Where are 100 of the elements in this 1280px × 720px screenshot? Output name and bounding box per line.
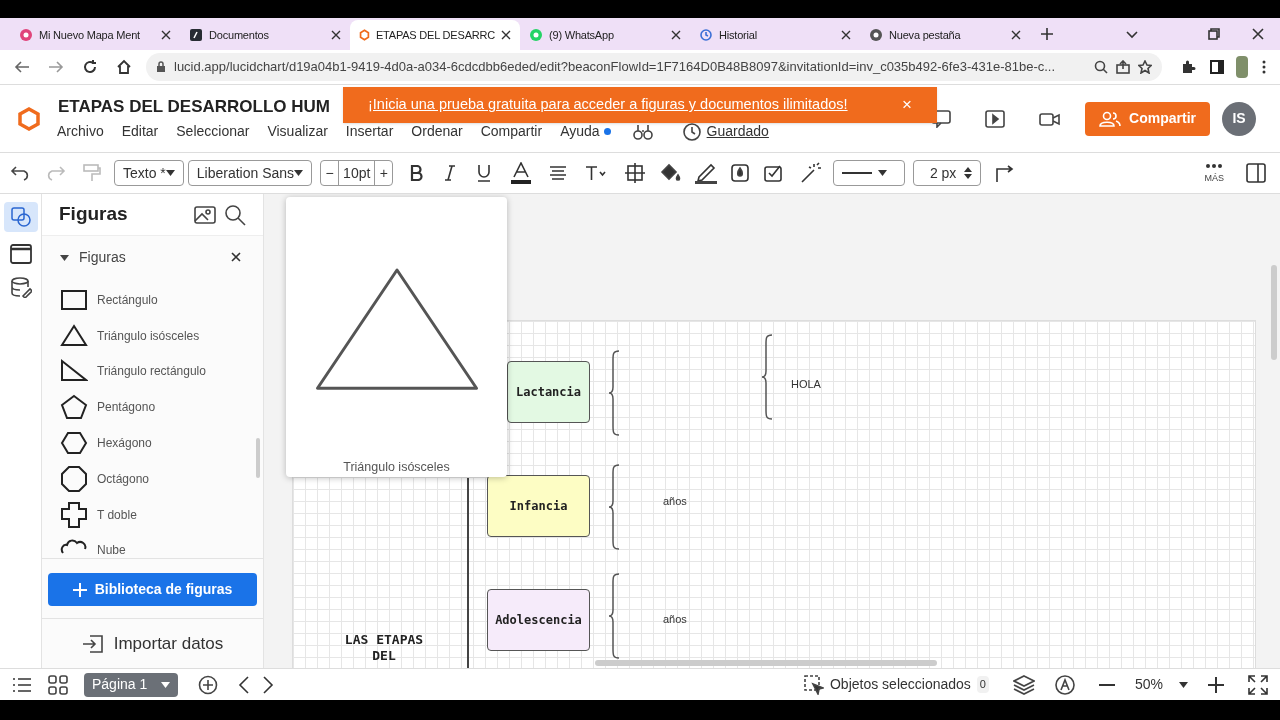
shape-item[interactable]: Nube — [60, 532, 263, 558]
browser-tab[interactable]: Documentos — [180, 20, 350, 50]
fill-color-icon[interactable] — [659, 163, 682, 183]
reload-icon[interactable] — [82, 59, 98, 75]
font-size-field[interactable]: − 10pt + — [320, 160, 394, 186]
decrease-button[interactable]: − — [321, 161, 340, 185]
user-avatar[interactable]: IS — [1222, 101, 1256, 136]
more-button[interactable]: MÁS — [1204, 163, 1224, 183]
browser-tab[interactable]: ETAPAS DEL DESARRC — [350, 20, 520, 50]
selection-icon[interactable] — [803, 674, 824, 695]
shape-item[interactable]: Rectángulo — [60, 282, 263, 318]
previous-icon[interactable] — [238, 675, 251, 694]
brace-shape[interactable] — [608, 464, 620, 550]
chevron-down-icon[interactable] — [1126, 28, 1138, 40]
menu-item[interactable]: Editar — [121, 121, 159, 142]
address-bar[interactable]: lucid.app/lucidchart/d19a04b1-9419-4d0a-a034-6cdcdbb6eded/edit?beaconFlowId=1F7164D0B48B8097&invitationId=inv_c035b492-6fe3-431e-81be-c... — [146, 53, 1162, 81]
underline-icon[interactable] — [477, 164, 492, 182]
binoculars-icon[interactable] — [632, 122, 653, 141]
line-style-dropdown[interactable] — [833, 160, 906, 186]
import-data-button[interactable]: Importar datos — [113, 630, 224, 657]
zoom-dropdown[interactable]: 50% — [1134, 674, 1188, 695]
shape-item[interactable]: T doble — [60, 496, 263, 533]
panel-icon[interactable] — [1246, 163, 1266, 183]
stage-box[interactable]: Lactancia — [507, 361, 590, 423]
browser-tab[interactable]: (9) WhatsApp — [520, 20, 690, 50]
section-title[interactable]: Figuras — [79, 246, 231, 268]
line-width-field[interactable]: 2 px — [913, 160, 982, 186]
increase-button[interactable]: + — [374, 161, 393, 185]
zoom-icon[interactable] — [1094, 60, 1108, 74]
brace-shape[interactable] — [608, 573, 620, 659]
bold-icon[interactable] — [409, 165, 424, 181]
close-icon[interactable] — [1252, 28, 1264, 40]
page-tab[interactable]: Página 1 — [84, 672, 179, 697]
search-icon[interactable] — [224, 203, 246, 226]
scrollbar[interactable] — [256, 438, 260, 478]
opacity-icon[interactable] — [731, 164, 750, 182]
vertical-scrollbar[interactable] — [1271, 265, 1277, 360]
forward-icon[interactable] — [48, 59, 64, 75]
note-text[interactable]: años — [663, 493, 687, 510]
close-icon[interactable] — [1011, 30, 1021, 40]
close-icon[interactable] — [841, 30, 851, 40]
shape-item[interactable]: Triángulo rectángulo — [60, 353, 263, 390]
shape-item[interactable]: Triángulo isósceles — [60, 317, 263, 354]
stage-box[interactable]: Infancia — [487, 475, 590, 537]
close-icon[interactable] — [501, 30, 511, 40]
browser-tab[interactable]: Mi Nuevo Mapa Ment — [10, 20, 180, 50]
browser-tab[interactable]: Historial — [690, 20, 860, 50]
shape-item[interactable]: Octágono — [60, 461, 263, 497]
home-icon[interactable] — [116, 59, 132, 75]
italic-icon[interactable] — [443, 165, 458, 181]
close-icon[interactable] — [331, 30, 341, 40]
shape-item[interactable]: Hexágono — [60, 425, 263, 461]
window-icon[interactable] — [9, 244, 32, 264]
new-tab-icon[interactable] — [1040, 27, 1054, 41]
layers-icon[interactable] — [1012, 674, 1035, 695]
font-dropdown[interactable]: Liberation Sans — [187, 160, 313, 186]
saved-status[interactable]: Guardado — [706, 121, 769, 142]
menu-item[interactable]: Seleccionar — [176, 121, 250, 142]
connector-icon[interactable] — [995, 163, 1016, 183]
back-icon[interactable] — [14, 59, 30, 75]
profile-avatar[interactable] — [1236, 56, 1248, 78]
menu-item[interactable]: Insertar — [345, 121, 394, 142]
puzzle-icon[interactable] — [1180, 59, 1196, 75]
browser-tab[interactable]: Nueva pestaña — [860, 20, 1030, 50]
grid-select-icon[interactable] — [625, 163, 646, 183]
align-icon[interactable] — [549, 165, 568, 181]
video-icon[interactable] — [1039, 110, 1062, 127]
close-icon[interactable] — [671, 30, 681, 40]
line-color-icon[interactable] — [695, 162, 718, 184]
restore-icon[interactable] — [1208, 28, 1220, 40]
horizontal-scrollbar[interactable] — [595, 660, 937, 666]
expand-caret-icon[interactable] — [60, 252, 69, 262]
star-icon[interactable] — [1138, 60, 1152, 74]
stage-box[interactable]: Adolescencia — [487, 589, 590, 651]
sidebar-icon[interactable] — [1210, 60, 1224, 74]
menu-item[interactable]: Ordenar — [411, 121, 463, 142]
text-color-icon[interactable] — [511, 162, 532, 184]
add-page-icon[interactable] — [198, 674, 219, 695]
menu-icon[interactable] — [1262, 59, 1266, 75]
zoom-out-icon[interactable] — [1098, 682, 1115, 687]
menu-item[interactable]: Ayuda — [560, 121, 600, 142]
menu-item[interactable]: Visualizar — [267, 121, 328, 142]
accessibility-icon[interactable] — [1054, 674, 1075, 695]
diagram-title[interactable]: LAS ETAPAS DEL — [334, 632, 434, 664]
list-icon[interactable] — [12, 675, 32, 694]
database-icon[interactable] — [9, 276, 32, 298]
shape-item[interactable]: Pentágono — [60, 389, 263, 426]
menu-item[interactable]: Compartir — [480, 121, 543, 142]
logo-icon[interactable] — [18, 106, 40, 131]
image-icon[interactable] — [194, 205, 216, 224]
menu-item[interactable]: Archivo — [57, 121, 104, 142]
share-icon[interactable] — [1116, 60, 1130, 74]
text-options-icon[interactable] — [585, 165, 608, 181]
close-icon[interactable] — [231, 252, 241, 262]
document-title[interactable]: ETAPAS DEL DESARROLLO HUM — [58, 95, 330, 119]
text-style-dropdown[interactable]: Texto * — [114, 160, 184, 186]
magic-wand-icon[interactable] — [799, 162, 822, 184]
brace-shape[interactable] — [608, 350, 620, 436]
clock-icon[interactable] — [682, 122, 701, 141]
note-text[interactable]: años — [663, 611, 687, 628]
